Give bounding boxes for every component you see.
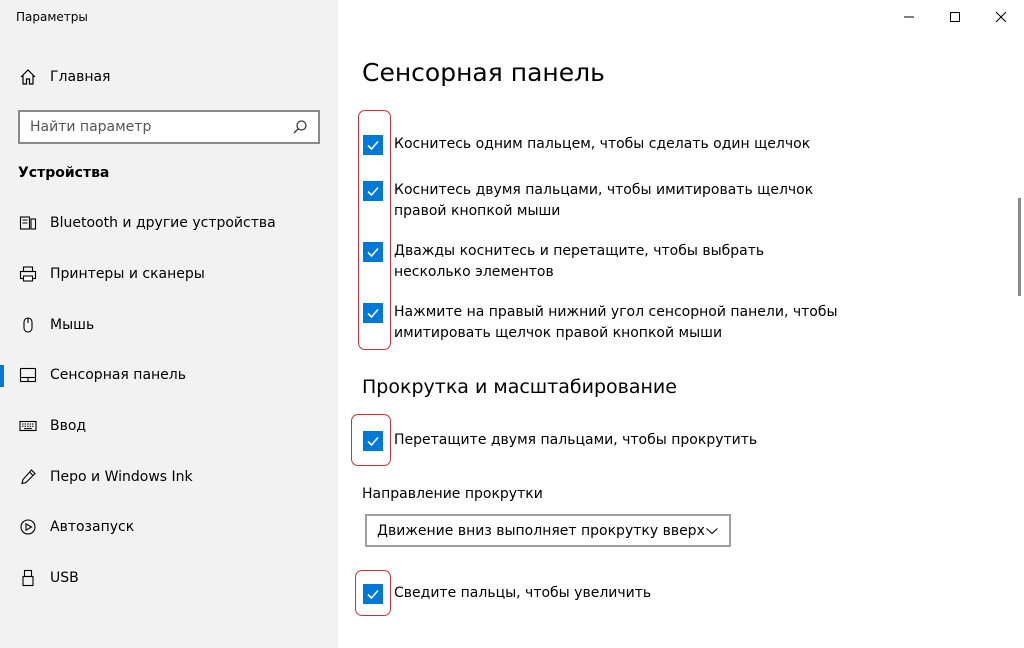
minimize-button[interactable] <box>886 0 932 34</box>
sidebar-item-label: Ввод <box>50 418 87 435</box>
printer-icon <box>18 264 38 284</box>
mouse-icon <box>18 315 38 335</box>
pinch-zoom-row: Сведите пальцы, чтобы увеличить <box>363 583 844 604</box>
section-label-devices: Устройства <box>18 165 110 181</box>
sidebar-item-bluetooth[interactable]: Bluetooth и другие устройства <box>0 198 338 249</box>
keyboard-icon <box>18 416 38 436</box>
sidebar-item-touchpad[interactable]: Сенсорная панель <box>0 350 338 401</box>
scroll-direction-dropdown[interactable]: Движение вниз выполняет прокрутку вверх <box>365 514 731 547</box>
sidebar-item-label: Перо и Windows Ink <box>50 468 193 485</box>
sidebar-item-label: Мышь <box>50 316 95 333</box>
checkmark-icon <box>367 308 379 319</box>
pinch-zoom-checkbox[interactable] <box>363 584 383 604</box>
tap-corner-row: Нажмите на правый нижний угол сенсорной … <box>363 302 844 344</box>
scroll-direction-label: Направление прокрутки <box>362 486 543 502</box>
sidebar-item-usb[interactable]: USB <box>0 553 338 604</box>
checkmark-icon <box>367 186 379 197</box>
touchpad-icon <box>18 365 38 385</box>
window-title: Параметры <box>16 10 88 24</box>
sidebar-item-mouse[interactable]: Мышь <box>0 299 338 350</box>
autoplay-icon <box>18 517 38 537</box>
tap-two-finger-label: Коснитесь двумя пальцами, чтобы имитиров… <box>394 182 814 219</box>
pen-icon <box>18 467 38 487</box>
sidebar-item-label: USB <box>50 570 79 587</box>
sidebar-item-pen[interactable]: Перо и Windows Ink <box>0 451 338 502</box>
tap-two-finger-checkbox[interactable] <box>363 181 383 201</box>
tap-single-finger-row: Коснитесь одним пальцем, чтобы сделать о… <box>363 134 844 155</box>
tap-two-finger-row: Коснитесь двумя пальцами, чтобы имитиров… <box>363 180 844 222</box>
close-button[interactable] <box>978 0 1024 34</box>
two-finger-scroll-checkbox[interactable] <box>363 431 383 451</box>
tap-corner-label: Нажмите на правый нижний угол сенсорной … <box>394 304 838 341</box>
tap-double-drag-checkbox[interactable] <box>363 242 383 262</box>
checkmark-icon <box>367 247 379 258</box>
bluetooth-devices-icon <box>18 213 38 233</box>
two-finger-scroll-row: Перетащите двумя пальцами, чтобы прокрут… <box>363 430 844 451</box>
tap-single-finger-label: Коснитесь одним пальцем, чтобы сделать о… <box>394 136 811 152</box>
maximize-button[interactable] <box>932 0 978 34</box>
sidebar-item-autoplay[interactable]: Автозапуск <box>0 502 338 553</box>
chevron-down-icon <box>705 524 719 538</box>
sidebar-nav: Bluetooth и другие устройства Принтеры и… <box>0 198 338 604</box>
sidebar-item-printers[interactable]: Принтеры и сканеры <box>0 249 338 300</box>
sidebar-item-label: Сенсорная панель <box>50 367 186 384</box>
checkmark-icon <box>367 589 379 600</box>
sidebar: Параметры Главная Устройства Bluetooth и… <box>0 0 338 648</box>
scroll-direction-value: Движение вниз выполняет прокрутку вверх <box>377 522 705 539</box>
main-content: Сенсорная панель Коснитесь одним пальцем… <box>338 0 1024 648</box>
home-icon <box>18 67 38 87</box>
tap-double-drag-row: Дважды коснитесь и перетащите, чтобы выб… <box>363 241 844 283</box>
search-icon[interactable] <box>292 119 308 135</box>
pinch-zoom-label: Сведите пальцы, чтобы увеличить <box>394 585 652 601</box>
tap-corner-checkbox[interactable] <box>363 303 383 323</box>
usb-icon <box>18 568 38 588</box>
sidebar-item-label: Автозапуск <box>50 519 135 536</box>
scroll-zoom-section-title: Прокрутка и масштабирование <box>362 376 677 398</box>
close-icon <box>995 11 1007 23</box>
two-finger-scroll-label: Перетащите двумя пальцами, чтобы прокрут… <box>394 432 758 448</box>
checkmark-icon <box>367 436 379 447</box>
sidebar-item-label: Bluetooth и другие устройства <box>50 215 276 232</box>
page-title: Сенсорная панель <box>362 58 605 87</box>
sidebar-item-typing[interactable]: Ввод <box>0 401 338 452</box>
scrollbar[interactable] <box>1018 198 1021 296</box>
window-controls <box>886 0 1024 34</box>
sidebar-item-label: Принтеры и сканеры <box>50 266 205 283</box>
tap-single-finger-checkbox[interactable] <box>363 135 383 155</box>
tap-double-drag-label: Дважды коснитесь и перетащите, чтобы выб… <box>394 243 765 280</box>
checkmark-icon <box>367 140 379 151</box>
home-nav-item[interactable]: Главная <box>18 66 110 88</box>
minimize-icon <box>904 16 914 18</box>
home-label: Главная <box>50 69 111 85</box>
search-input[interactable] <box>30 119 292 135</box>
search-box[interactable] <box>18 110 320 144</box>
maximize-icon <box>950 12 960 22</box>
